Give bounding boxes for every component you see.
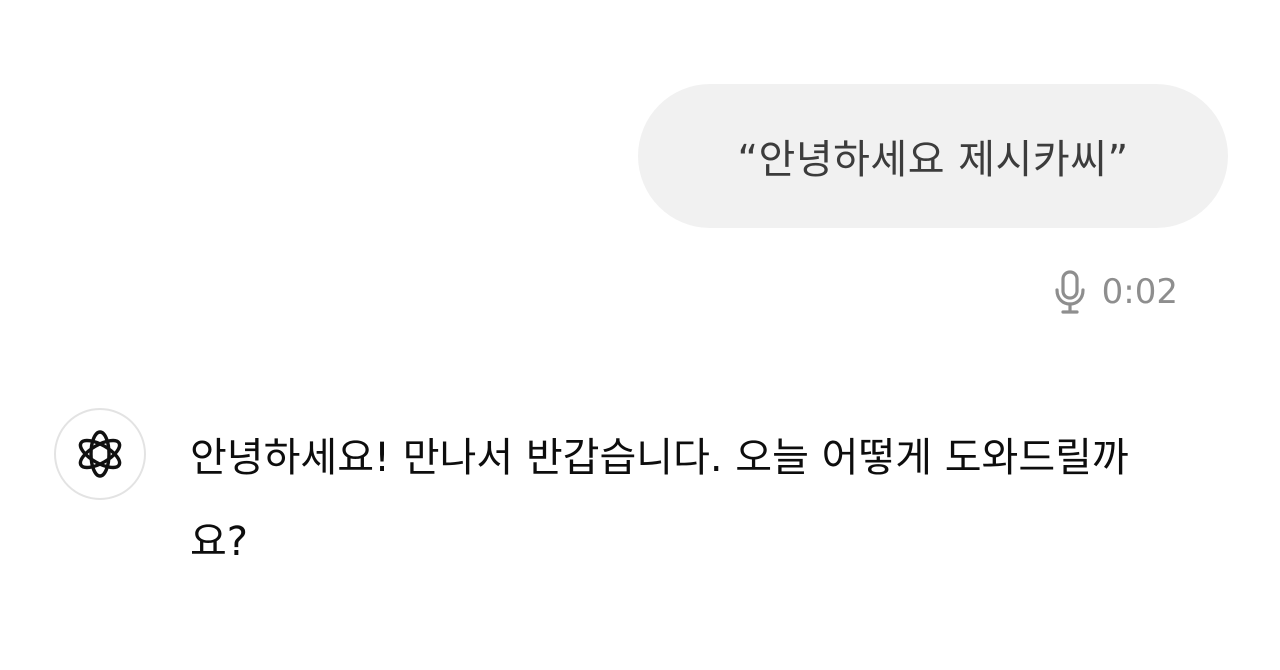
assistant-avatar: [54, 408, 146, 500]
openai-logo-icon: [78, 430, 122, 478]
chat-page: “안녕하세요 제시카씨” 0:02 안녕하세요! 만나서 반갑습니다. 오늘 어…: [0, 0, 1280, 670]
assistant-message-text: 안녕하세요! 만나서 반갑습니다. 오늘 어떻게 도와드릴까요?: [190, 435, 1129, 565]
user-message-text: “안녕하세요 제시카씨”: [737, 137, 1129, 183]
assistant-message: 안녕하세요! 만나서 반갑습니다. 오늘 어떻게 도와드릴까요?: [54, 408, 1234, 584]
microphone-icon: [1052, 268, 1088, 316]
voice-duration: 0:02: [1101, 272, 1178, 312]
user-message-bubble: “안녕하세요 제시카씨”: [638, 84, 1228, 228]
voice-message-meta[interactable]: 0:02: [1052, 268, 1178, 316]
